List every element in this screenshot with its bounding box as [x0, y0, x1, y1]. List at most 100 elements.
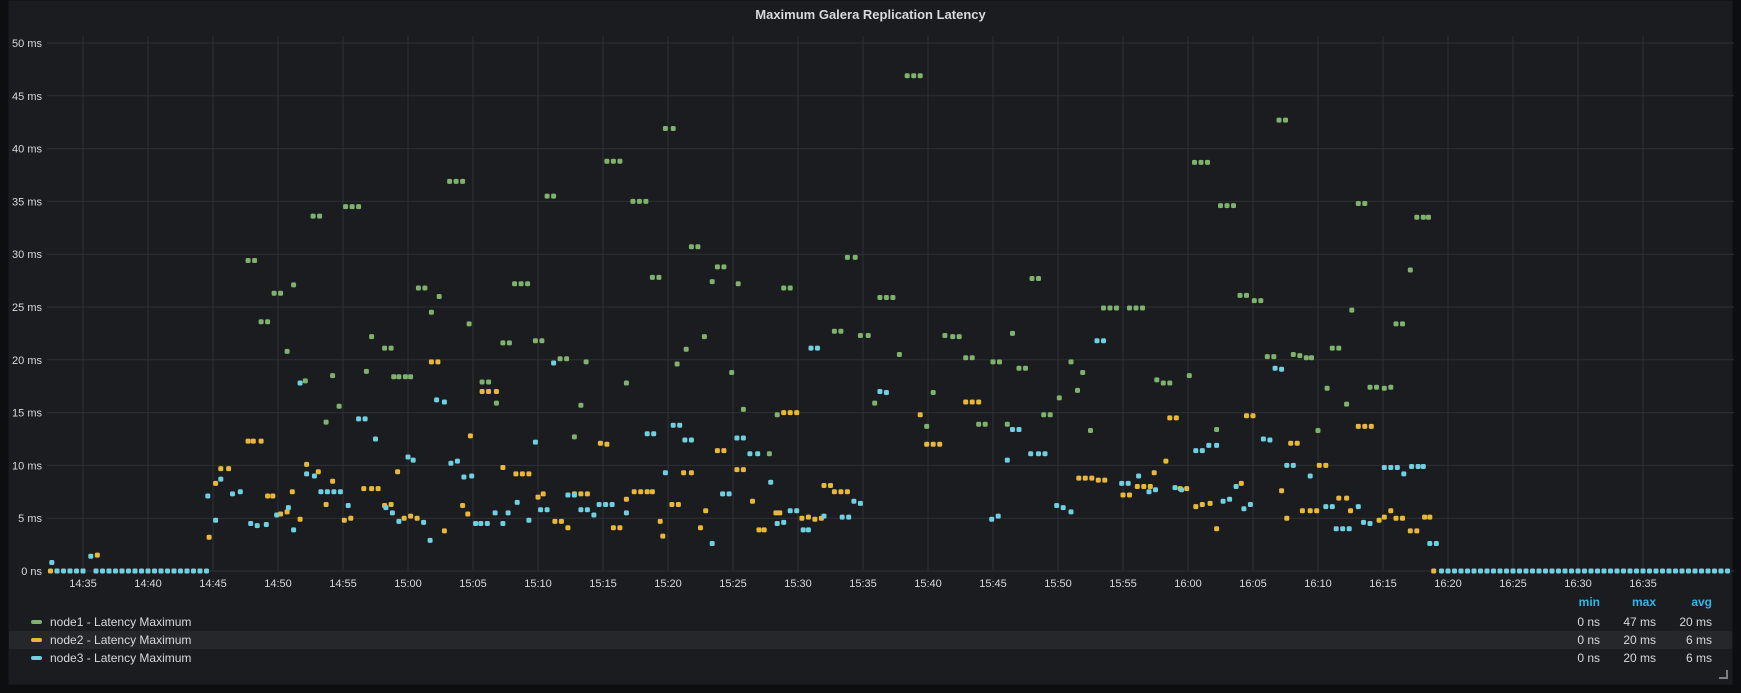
data-point-node2[interactable] — [207, 535, 212, 540]
data-point-node1[interactable] — [1048, 412, 1053, 417]
data-point-node2[interactable] — [1244, 413, 1249, 418]
data-point-node3[interactable] — [1498, 569, 1503, 574]
data-point-node3[interactable] — [1356, 504, 1361, 509]
data-point-node1[interactable] — [637, 199, 642, 204]
data-point-node1[interactable] — [584, 359, 589, 364]
data-point-node2[interactable] — [585, 491, 590, 496]
data-point-node2[interactable] — [1336, 496, 1341, 501]
data-point-node2[interactable] — [812, 517, 817, 522]
data-point-node3[interactable] — [49, 560, 54, 565]
data-point-node1[interactable] — [337, 404, 342, 409]
data-point-node1[interactable] — [1330, 346, 1335, 351]
data-point-node3[interactable] — [1409, 464, 1414, 469]
data-point-node3[interactable] — [822, 514, 827, 519]
data-point-node1[interactable] — [1426, 215, 1431, 220]
data-point-node3[interactable] — [1200, 448, 1205, 453]
data-point-node2[interactable] — [931, 442, 936, 447]
data-point-node1[interactable] — [1277, 118, 1282, 123]
data-point-node2[interactable] — [604, 442, 609, 447]
data-point-node3[interactable] — [1537, 569, 1542, 574]
data-point-node1[interactable] — [1408, 268, 1413, 273]
data-point-node3[interactable] — [1673, 569, 1678, 574]
data-point-node2[interactable] — [963, 400, 968, 405]
data-point-node3[interactable] — [1427, 541, 1432, 546]
data-point-node1[interactable] — [957, 334, 962, 339]
data-point-node3[interactable] — [1267, 438, 1272, 443]
data-point-node3[interactable] — [1416, 464, 1421, 469]
data-point-node1[interactable] — [702, 334, 707, 339]
data-point-node2[interactable] — [265, 494, 270, 499]
data-point-node1[interactable] — [970, 355, 975, 360]
data-point-node3[interactable] — [204, 569, 209, 574]
data-point-node3[interactable] — [81, 569, 86, 574]
data-point-node1[interactable] — [278, 291, 283, 296]
data-point-node1[interactable] — [525, 281, 530, 286]
data-point-node3[interactable] — [1069, 509, 1074, 514]
data-point-node3[interactable] — [191, 569, 196, 574]
data-point-node2[interactable] — [703, 508, 708, 513]
data-point-node2[interactable] — [1356, 424, 1361, 429]
data-point-node1[interactable] — [976, 422, 981, 427]
data-point-node1[interactable] — [1199, 160, 1204, 165]
data-point-node3[interactable] — [139, 569, 144, 574]
data-point-node1[interactable] — [558, 356, 563, 361]
data-point-node3[interactable] — [126, 569, 131, 574]
data-point-node3[interactable] — [312, 473, 317, 478]
data-point-node3[interactable] — [421, 520, 426, 525]
data-point-node3[interactable] — [255, 523, 260, 528]
data-point-node1[interactable] — [1258, 298, 1263, 303]
data-point-node3[interactable] — [238, 489, 243, 494]
data-point-node1[interactable] — [643, 199, 648, 204]
data-point-node3[interactable] — [1563, 569, 1568, 574]
data-point-node3[interactable] — [858, 501, 863, 506]
data-point-node3[interactable] — [645, 431, 650, 436]
data-point-node1[interactable] — [650, 275, 655, 280]
data-point-node2[interactable] — [734, 467, 739, 472]
data-point-node1[interactable] — [884, 295, 889, 300]
data-point-node3[interactable] — [1401, 471, 1406, 476]
data-point-node2[interactable] — [1121, 492, 1126, 497]
data-point-node3[interactable] — [1602, 569, 1607, 574]
data-point-node3[interactable] — [884, 390, 889, 395]
data-point-node3[interactable] — [1439, 569, 1444, 574]
data-point-node3[interactable] — [383, 505, 388, 510]
data-point-node3[interactable] — [318, 489, 323, 494]
data-point-node1[interactable] — [507, 340, 512, 345]
data-point-node3[interactable] — [1054, 503, 1059, 508]
data-point-node1[interactable] — [1192, 160, 1197, 165]
data-point-node1[interactable] — [1356, 201, 1361, 206]
data-point-node2[interactable] — [1317, 463, 1322, 468]
data-point-node2[interactable] — [552, 519, 557, 524]
data-point-node3[interactable] — [578, 507, 583, 512]
data-point-node3[interactable] — [113, 569, 118, 574]
data-point-node1[interactable] — [663, 126, 668, 131]
data-point-node2[interactable] — [1239, 481, 1244, 486]
data-point-node3[interactable] — [710, 541, 715, 546]
data-point-node2[interactable] — [1279, 488, 1284, 493]
data-point-node3[interactable] — [213, 518, 218, 523]
data-point-node3[interactable] — [1615, 569, 1620, 574]
data-point-node3[interactable] — [1517, 569, 1522, 574]
data-point-node1[interactable] — [350, 204, 355, 209]
data-point-node2[interactable] — [1083, 476, 1088, 481]
data-point-node3[interactable] — [1434, 541, 1439, 546]
data-point-node1[interactable] — [364, 369, 369, 374]
data-point-node2[interactable] — [95, 553, 100, 558]
data-point-node3[interactable] — [1147, 489, 1152, 494]
data-point-node3[interactable] — [1641, 569, 1646, 574]
data-point-node1[interactable] — [1316, 428, 1321, 433]
data-point-node1[interactable] — [671, 126, 676, 131]
data-point-node1[interactable] — [924, 424, 929, 429]
data-point-node3[interactable] — [172, 569, 177, 574]
data-point-node2[interactable] — [246, 439, 251, 444]
data-point-node1[interactable] — [460, 179, 465, 184]
data-point-node2[interactable] — [578, 491, 583, 496]
node3-series-swatch[interactable] — [31, 656, 42, 660]
data-point-node3[interactable] — [1660, 569, 1665, 574]
data-point-node3[interactable] — [1628, 569, 1633, 574]
data-point-node3[interactable] — [515, 500, 520, 505]
data-point-node2[interactable] — [924, 442, 929, 447]
data-point-node2[interactable] — [624, 497, 629, 502]
data-point-node3[interactable] — [788, 508, 793, 513]
data-point-node1[interactable] — [500, 340, 505, 345]
